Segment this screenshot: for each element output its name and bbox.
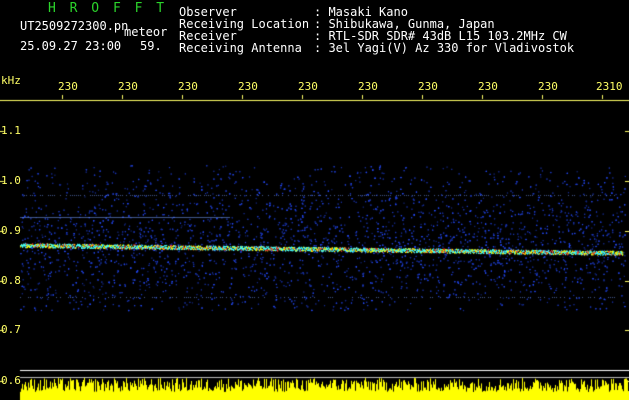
spectrogram-canvas [0, 0, 629, 400]
count-label: 59. [140, 39, 162, 53]
freq-tick: 0.8 [1, 274, 21, 287]
time-tick: 230 [358, 80, 378, 93]
freq-unit-label: kHz [1, 74, 21, 87]
info-value-antenna: : 3el Yagi(V) Az 330 for Vladivostok [314, 41, 575, 55]
time-tick: 230 [58, 80, 78, 93]
time-tick: 2310 [596, 80, 623, 93]
time-tick: 230 [178, 80, 198, 93]
brand-title: H R O F F T [48, 1, 168, 16]
time-tick: 230 [478, 80, 498, 93]
time-tick: 230 [418, 80, 438, 93]
freq-tick: 1.0 [1, 174, 21, 187]
freq-tick: 1.1 [1, 124, 21, 137]
time-tick: 230 [238, 80, 258, 93]
time-tick: 230 [118, 80, 138, 93]
datetime-label: 25.09.27 23:00 [20, 39, 122, 53]
info-label-antenna: Receiving Antenna [179, 41, 302, 55]
freq-tick: 0.6 [1, 374, 21, 387]
time-tick: 230 [298, 80, 318, 93]
freq-tick: 0.7 [1, 323, 21, 336]
freq-tick: 0.9 [1, 224, 21, 237]
time-tick: 230 [538, 80, 558, 93]
mode-label: meteor [124, 25, 168, 39]
filename-label: UT2509272300.pn [20, 19, 129, 33]
